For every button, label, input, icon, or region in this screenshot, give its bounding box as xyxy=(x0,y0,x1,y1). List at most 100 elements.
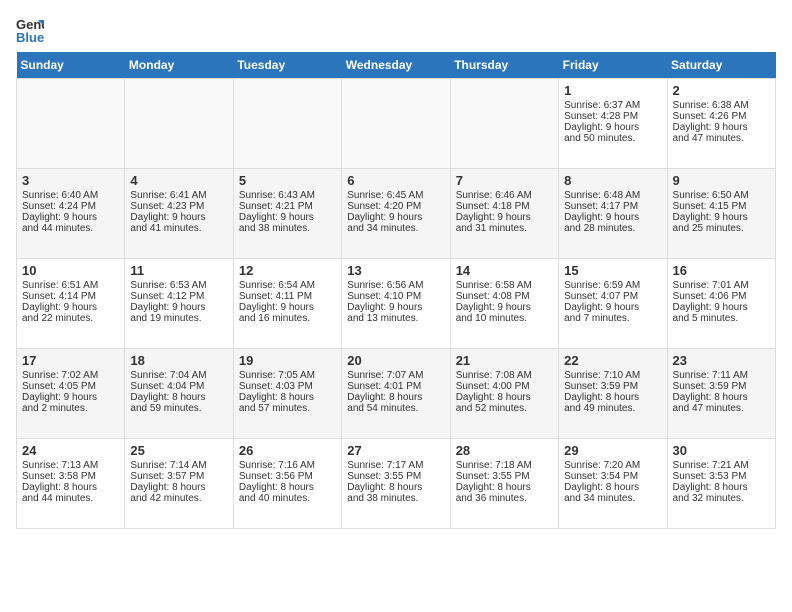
day-info: Sunset: 4:18 PM xyxy=(456,201,553,212)
day-info: and 22 minutes. xyxy=(22,313,119,324)
day-info: Daylight: 8 hours xyxy=(564,482,661,493)
day-number: 13 xyxy=(347,263,444,278)
calendar-cell: 6Sunrise: 6:45 AMSunset: 4:20 PMDaylight… xyxy=(342,169,450,259)
day-number: 6 xyxy=(347,173,444,188)
day-info: Sunset: 4:14 PM xyxy=(22,291,119,302)
calendar-cell: 29Sunrise: 7:20 AMSunset: 3:54 PMDayligh… xyxy=(559,439,667,529)
day-info: Sunrise: 6:48 AM xyxy=(564,190,661,201)
day-info: Sunset: 4:07 PM xyxy=(564,291,661,302)
day-info: Daylight: 9 hours xyxy=(456,212,553,223)
day-number: 12 xyxy=(239,263,336,278)
days-header-row: SundayMondayTuesdayWednesdayThursdayFrid… xyxy=(17,52,776,79)
day-info: Sunrise: 7:16 AM xyxy=(239,460,336,471)
day-info: and 41 minutes. xyxy=(130,223,227,234)
day-number: 22 xyxy=(564,353,661,368)
calendar-cell: 16Sunrise: 7:01 AMSunset: 4:06 PMDayligh… xyxy=(667,259,775,349)
day-info: Sunset: 3:59 PM xyxy=(673,381,770,392)
day-info: Sunrise: 6:40 AM xyxy=(22,190,119,201)
day-info: Daylight: 9 hours xyxy=(564,122,661,133)
day-info: Sunrise: 6:43 AM xyxy=(239,190,336,201)
logo: General Blue xyxy=(16,16,48,44)
calendar-cell: 1Sunrise: 6:37 AMSunset: 4:28 PMDaylight… xyxy=(559,79,667,169)
day-info: Daylight: 9 hours xyxy=(673,212,770,223)
calendar-table: SundayMondayTuesdayWednesdayThursdayFrid… xyxy=(16,52,776,529)
day-info: Sunset: 4:15 PM xyxy=(673,201,770,212)
day-number: 9 xyxy=(673,173,770,188)
calendar-cell: 11Sunrise: 6:53 AMSunset: 4:12 PMDayligh… xyxy=(125,259,233,349)
day-number: 14 xyxy=(456,263,553,278)
day-info: Sunset: 4:17 PM xyxy=(564,201,661,212)
day-info: Sunrise: 7:18 AM xyxy=(456,460,553,471)
day-info: Sunset: 3:57 PM xyxy=(130,471,227,482)
day-number: 19 xyxy=(239,353,336,368)
day-info: Sunrise: 7:07 AM xyxy=(347,370,444,381)
day-info: and 52 minutes. xyxy=(456,403,553,414)
day-header-thursday: Thursday xyxy=(450,52,558,79)
day-info: and 19 minutes. xyxy=(130,313,227,324)
day-header-friday: Friday xyxy=(559,52,667,79)
day-info: and 54 minutes. xyxy=(347,403,444,414)
day-info: and 42 minutes. xyxy=(130,493,227,504)
day-number: 10 xyxy=(22,263,119,278)
week-row-5: 24Sunrise: 7:13 AMSunset: 3:58 PMDayligh… xyxy=(17,439,776,529)
day-info: Sunset: 4:23 PM xyxy=(130,201,227,212)
day-info: Sunset: 4:11 PM xyxy=(239,291,336,302)
day-info: Daylight: 8 hours xyxy=(347,392,444,403)
day-info: Daylight: 8 hours xyxy=(130,482,227,493)
week-row-1: 1Sunrise: 6:37 AMSunset: 4:28 PMDaylight… xyxy=(17,79,776,169)
day-info: Sunset: 3:56 PM xyxy=(239,471,336,482)
day-info: and 50 minutes. xyxy=(564,133,661,144)
day-info: Sunset: 3:58 PM xyxy=(22,471,119,482)
day-info: Sunrise: 7:05 AM xyxy=(239,370,336,381)
calendar-cell: 18Sunrise: 7:04 AMSunset: 4:04 PMDayligh… xyxy=(125,349,233,439)
calendar-cell xyxy=(125,79,233,169)
day-number: 21 xyxy=(456,353,553,368)
calendar-cell: 4Sunrise: 6:41 AMSunset: 4:23 PMDaylight… xyxy=(125,169,233,259)
calendar-cell: 2Sunrise: 6:38 AMSunset: 4:26 PMDaylight… xyxy=(667,79,775,169)
day-info: Sunset: 3:55 PM xyxy=(347,471,444,482)
calendar-cell: 7Sunrise: 6:46 AMSunset: 4:18 PMDaylight… xyxy=(450,169,558,259)
calendar-cell: 13Sunrise: 6:56 AMSunset: 4:10 PMDayligh… xyxy=(342,259,450,349)
day-info: Sunrise: 6:54 AM xyxy=(239,280,336,291)
day-info: Sunset: 4:05 PM xyxy=(22,381,119,392)
calendar-cell: 19Sunrise: 7:05 AMSunset: 4:03 PMDayligh… xyxy=(233,349,341,439)
day-info: Sunset: 4:04 PM xyxy=(130,381,227,392)
day-info: Sunrise: 6:46 AM xyxy=(456,190,553,201)
svg-text:Blue: Blue xyxy=(16,30,44,44)
day-info: Daylight: 9 hours xyxy=(22,392,119,403)
day-info: Daylight: 8 hours xyxy=(456,482,553,493)
day-info: Sunrise: 6:38 AM xyxy=(673,100,770,111)
calendar-cell: 3Sunrise: 6:40 AMSunset: 4:24 PMDaylight… xyxy=(17,169,125,259)
day-number: 24 xyxy=(22,443,119,458)
day-info: Daylight: 9 hours xyxy=(22,212,119,223)
day-number: 1 xyxy=(564,83,661,98)
day-info: Daylight: 9 hours xyxy=(564,302,661,313)
calendar-cell: 24Sunrise: 7:13 AMSunset: 3:58 PMDayligh… xyxy=(17,439,125,529)
day-header-sunday: Sunday xyxy=(17,52,125,79)
day-info: Sunset: 4:12 PM xyxy=(130,291,227,302)
calendar-cell xyxy=(342,79,450,169)
day-info: Sunset: 3:54 PM xyxy=(564,471,661,482)
day-info: and 47 minutes. xyxy=(673,403,770,414)
calendar-cell: 26Sunrise: 7:16 AMSunset: 3:56 PMDayligh… xyxy=(233,439,341,529)
day-info: Daylight: 9 hours xyxy=(673,122,770,133)
day-info: Sunrise: 7:02 AM xyxy=(22,370,119,381)
day-info: Daylight: 9 hours xyxy=(347,302,444,313)
calendar-cell: 15Sunrise: 6:59 AMSunset: 4:07 PMDayligh… xyxy=(559,259,667,349)
day-info: Sunset: 4:24 PM xyxy=(22,201,119,212)
day-info: and 36 minutes. xyxy=(456,493,553,504)
day-info: and 5 minutes. xyxy=(673,313,770,324)
day-info: Daylight: 9 hours xyxy=(347,212,444,223)
day-number: 2 xyxy=(673,83,770,98)
day-info: and 7 minutes. xyxy=(564,313,661,324)
day-number: 16 xyxy=(673,263,770,278)
day-info: Daylight: 8 hours xyxy=(456,392,553,403)
day-number: 23 xyxy=(673,353,770,368)
day-info: and 16 minutes. xyxy=(239,313,336,324)
day-info: Sunrise: 7:20 AM xyxy=(564,460,661,471)
calendar-cell: 8Sunrise: 6:48 AMSunset: 4:17 PMDaylight… xyxy=(559,169,667,259)
day-number: 17 xyxy=(22,353,119,368)
logo-icon: General Blue xyxy=(16,16,44,44)
day-info: Sunset: 4:01 PM xyxy=(347,381,444,392)
day-number: 26 xyxy=(239,443,336,458)
